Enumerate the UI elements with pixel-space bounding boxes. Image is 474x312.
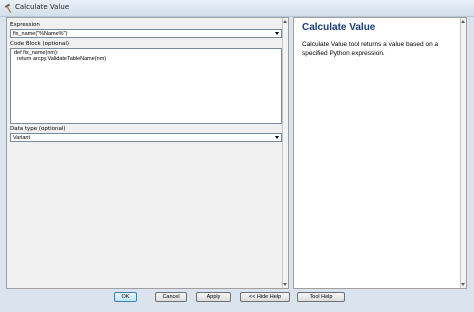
help-title: Calculate Value	[302, 22, 376, 33]
data-type-value: Variant	[13, 135, 31, 141]
expression-value: fix_name("%Name%")	[13, 31, 68, 37]
scroll-down-icon[interactable]	[283, 283, 287, 286]
code-line-2: return arcpy.ValidateTableName(nm)	[14, 56, 107, 62]
expression-label: Expression	[10, 22, 40, 28]
expression-input[interactable]: fix_name("%Name%")	[10, 29, 282, 38]
title-bar[interactable]: Calculate Value	[0, 0, 474, 17]
parameters-scrollbar[interactable]	[282, 18, 288, 288]
ok-button[interactable]: OK	[114, 292, 137, 302]
data-type-label: Data type (optional)	[10, 126, 66, 132]
data-type-dropdown-icon[interactable]	[275, 136, 279, 139]
help-scrollbar[interactable]	[460, 18, 466, 288]
hide-help-button[interactable]: << Hide Help	[240, 292, 290, 302]
help-scroll-down-icon[interactable]	[461, 283, 465, 286]
scroll-up-icon[interactable]	[283, 20, 287, 23]
data-type-select[interactable]: Variant	[10, 133, 282, 142]
window-title: Calculate Value	[15, 3, 70, 11]
hammer-icon	[4, 3, 12, 13]
cancel-button[interactable]: Cancel	[155, 292, 187, 302]
code-block-input[interactable]: def fix_name(nm): return arcpy.ValidateT…	[10, 48, 282, 124]
apply-button[interactable]: Apply	[196, 292, 231, 302]
code-block-label: Code Block (optional)	[10, 41, 70, 47]
tool-help-button[interactable]: Tool Help	[297, 292, 345, 302]
help-scroll-up-icon[interactable]	[461, 20, 465, 23]
expression-dropdown-icon[interactable]	[275, 32, 279, 35]
parameters-panel: Expression fix_name("%Name%") Code Block…	[6, 17, 289, 289]
help-panel: Calculate Value Calculate Value tool ret…	[293, 17, 467, 289]
help-description: Calculate Value tool returns a value bas…	[302, 41, 439, 57]
